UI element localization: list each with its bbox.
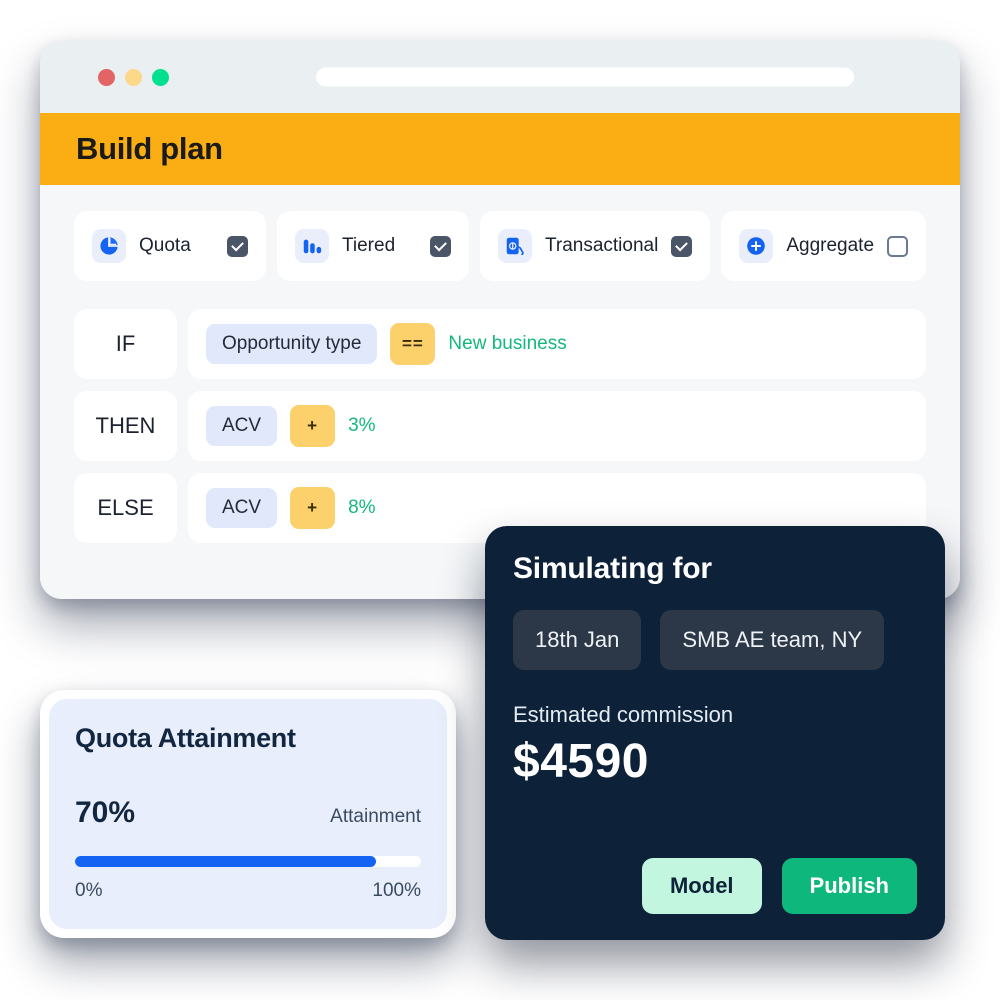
money-hand-icon bbox=[497, 229, 532, 263]
plan-type-label: Aggregate bbox=[786, 235, 875, 256]
rule-row: THEN ACV + 3% bbox=[74, 391, 926, 461]
url-input[interactable] bbox=[316, 67, 854, 87]
plan-type-chip-row: Quota Tiered Transactional Aggregate bbox=[74, 211, 927, 281]
minimize-window-button[interactable] bbox=[125, 68, 142, 86]
quota-progress-bar bbox=[75, 856, 421, 867]
plan-type-chip-aggregate[interactable]: Aggregate bbox=[721, 211, 927, 281]
simulation-actions: Model Publish bbox=[513, 858, 917, 914]
browser-window: Build plan Quota Tiered Transactional Ag… bbox=[40, 41, 960, 599]
plan-type-checkbox-aggregate[interactable] bbox=[887, 235, 909, 257]
rule-operator-chip[interactable]: == bbox=[390, 323, 436, 365]
rule-keyword-else: ELSE bbox=[74, 473, 177, 543]
simulation-date-chip[interactable]: 18th Jan bbox=[513, 610, 642, 670]
rule-value[interactable]: 8% bbox=[348, 497, 375, 519]
plan-type-chip-tiered[interactable]: Tiered bbox=[276, 211, 469, 281]
plan-type-label: Tiered bbox=[341, 235, 396, 256]
simulation-chip-row: 18th Jan SMB AE team, NY bbox=[513, 610, 917, 670]
rule-body-then: ACV + 3% bbox=[188, 391, 926, 461]
rule-value[interactable]: New business bbox=[448, 333, 566, 355]
close-window-button[interactable] bbox=[98, 68, 115, 86]
quota-progress-scale: 0% 100% bbox=[75, 880, 421, 902]
quota-stats-row: 70% Attainment bbox=[75, 796, 421, 830]
plan-type-checkbox-tiered[interactable] bbox=[429, 235, 451, 257]
plan-type-checkbox-transactional[interactable] bbox=[671, 235, 693, 257]
rule-operator-chip[interactable]: + bbox=[290, 405, 336, 447]
page-title: Build plan bbox=[76, 131, 223, 166]
rule-keyword-if: IF bbox=[74, 309, 177, 379]
rule-field-chip[interactable]: ACV bbox=[206, 488, 278, 528]
plus-circle-icon bbox=[739, 229, 774, 263]
plan-type-label: Quota bbox=[139, 235, 191, 256]
bar-chart-icon bbox=[294, 229, 329, 263]
publish-button[interactable]: Publish bbox=[781, 858, 917, 914]
rule-operator-chip[interactable]: + bbox=[290, 487, 336, 529]
model-button[interactable]: Model bbox=[641, 858, 762, 914]
screenshot-root: Build plan Quota Tiered Transactional Ag… bbox=[0, 0, 1000, 1000]
rule-field-chip[interactable]: Opportunity type bbox=[206, 324, 378, 364]
plan-type-checkbox-quota[interactable] bbox=[226, 235, 248, 257]
rule-body-if: Opportunity type == New business bbox=[188, 309, 926, 379]
simulation-team-chip[interactable]: SMB AE team, NY bbox=[660, 610, 885, 670]
traffic-lights bbox=[98, 68, 169, 86]
quota-metric-label: Attainment bbox=[330, 806, 421, 827]
app-header: Build plan bbox=[40, 113, 960, 185]
quota-card-inner: Quota Attainment 70% Attainment 0% 100% bbox=[49, 699, 447, 929]
simulation-title: Simulating for bbox=[513, 552, 712, 585]
plan-type-chip-quota[interactable]: Quota bbox=[74, 211, 266, 281]
plan-type-chip-transactional[interactable]: Transactional bbox=[479, 211, 711, 281]
pie-chart-icon bbox=[92, 229, 126, 263]
browser-titlebar bbox=[40, 41, 960, 113]
plan-type-label: Transactional bbox=[544, 235, 659, 256]
quota-scale-max: 100% bbox=[372, 880, 421, 901]
rule-row: IF Opportunity type == New business bbox=[74, 309, 926, 379]
quota-progress-fill bbox=[75, 856, 377, 867]
quota-attainment-card: Quota Attainment 70% Attainment 0% 100% bbox=[40, 690, 456, 938]
simulation-card: Simulating for 18th Jan SMB AE team, NY … bbox=[485, 526, 945, 940]
estimated-commission-amount: $4590 bbox=[513, 735, 649, 788]
maximize-window-button[interactable] bbox=[152, 68, 169, 86]
rule-keyword-then: THEN bbox=[74, 391, 177, 461]
quota-card-title: Quota Attainment bbox=[75, 723, 296, 753]
quota-value: 70% bbox=[75, 796, 136, 829]
rule-value[interactable]: 3% bbox=[348, 415, 375, 437]
quota-scale-min: 0% bbox=[75, 880, 103, 901]
estimated-commission-label: Estimated commission bbox=[513, 702, 734, 727]
rule-field-chip[interactable]: ACV bbox=[206, 406, 278, 446]
